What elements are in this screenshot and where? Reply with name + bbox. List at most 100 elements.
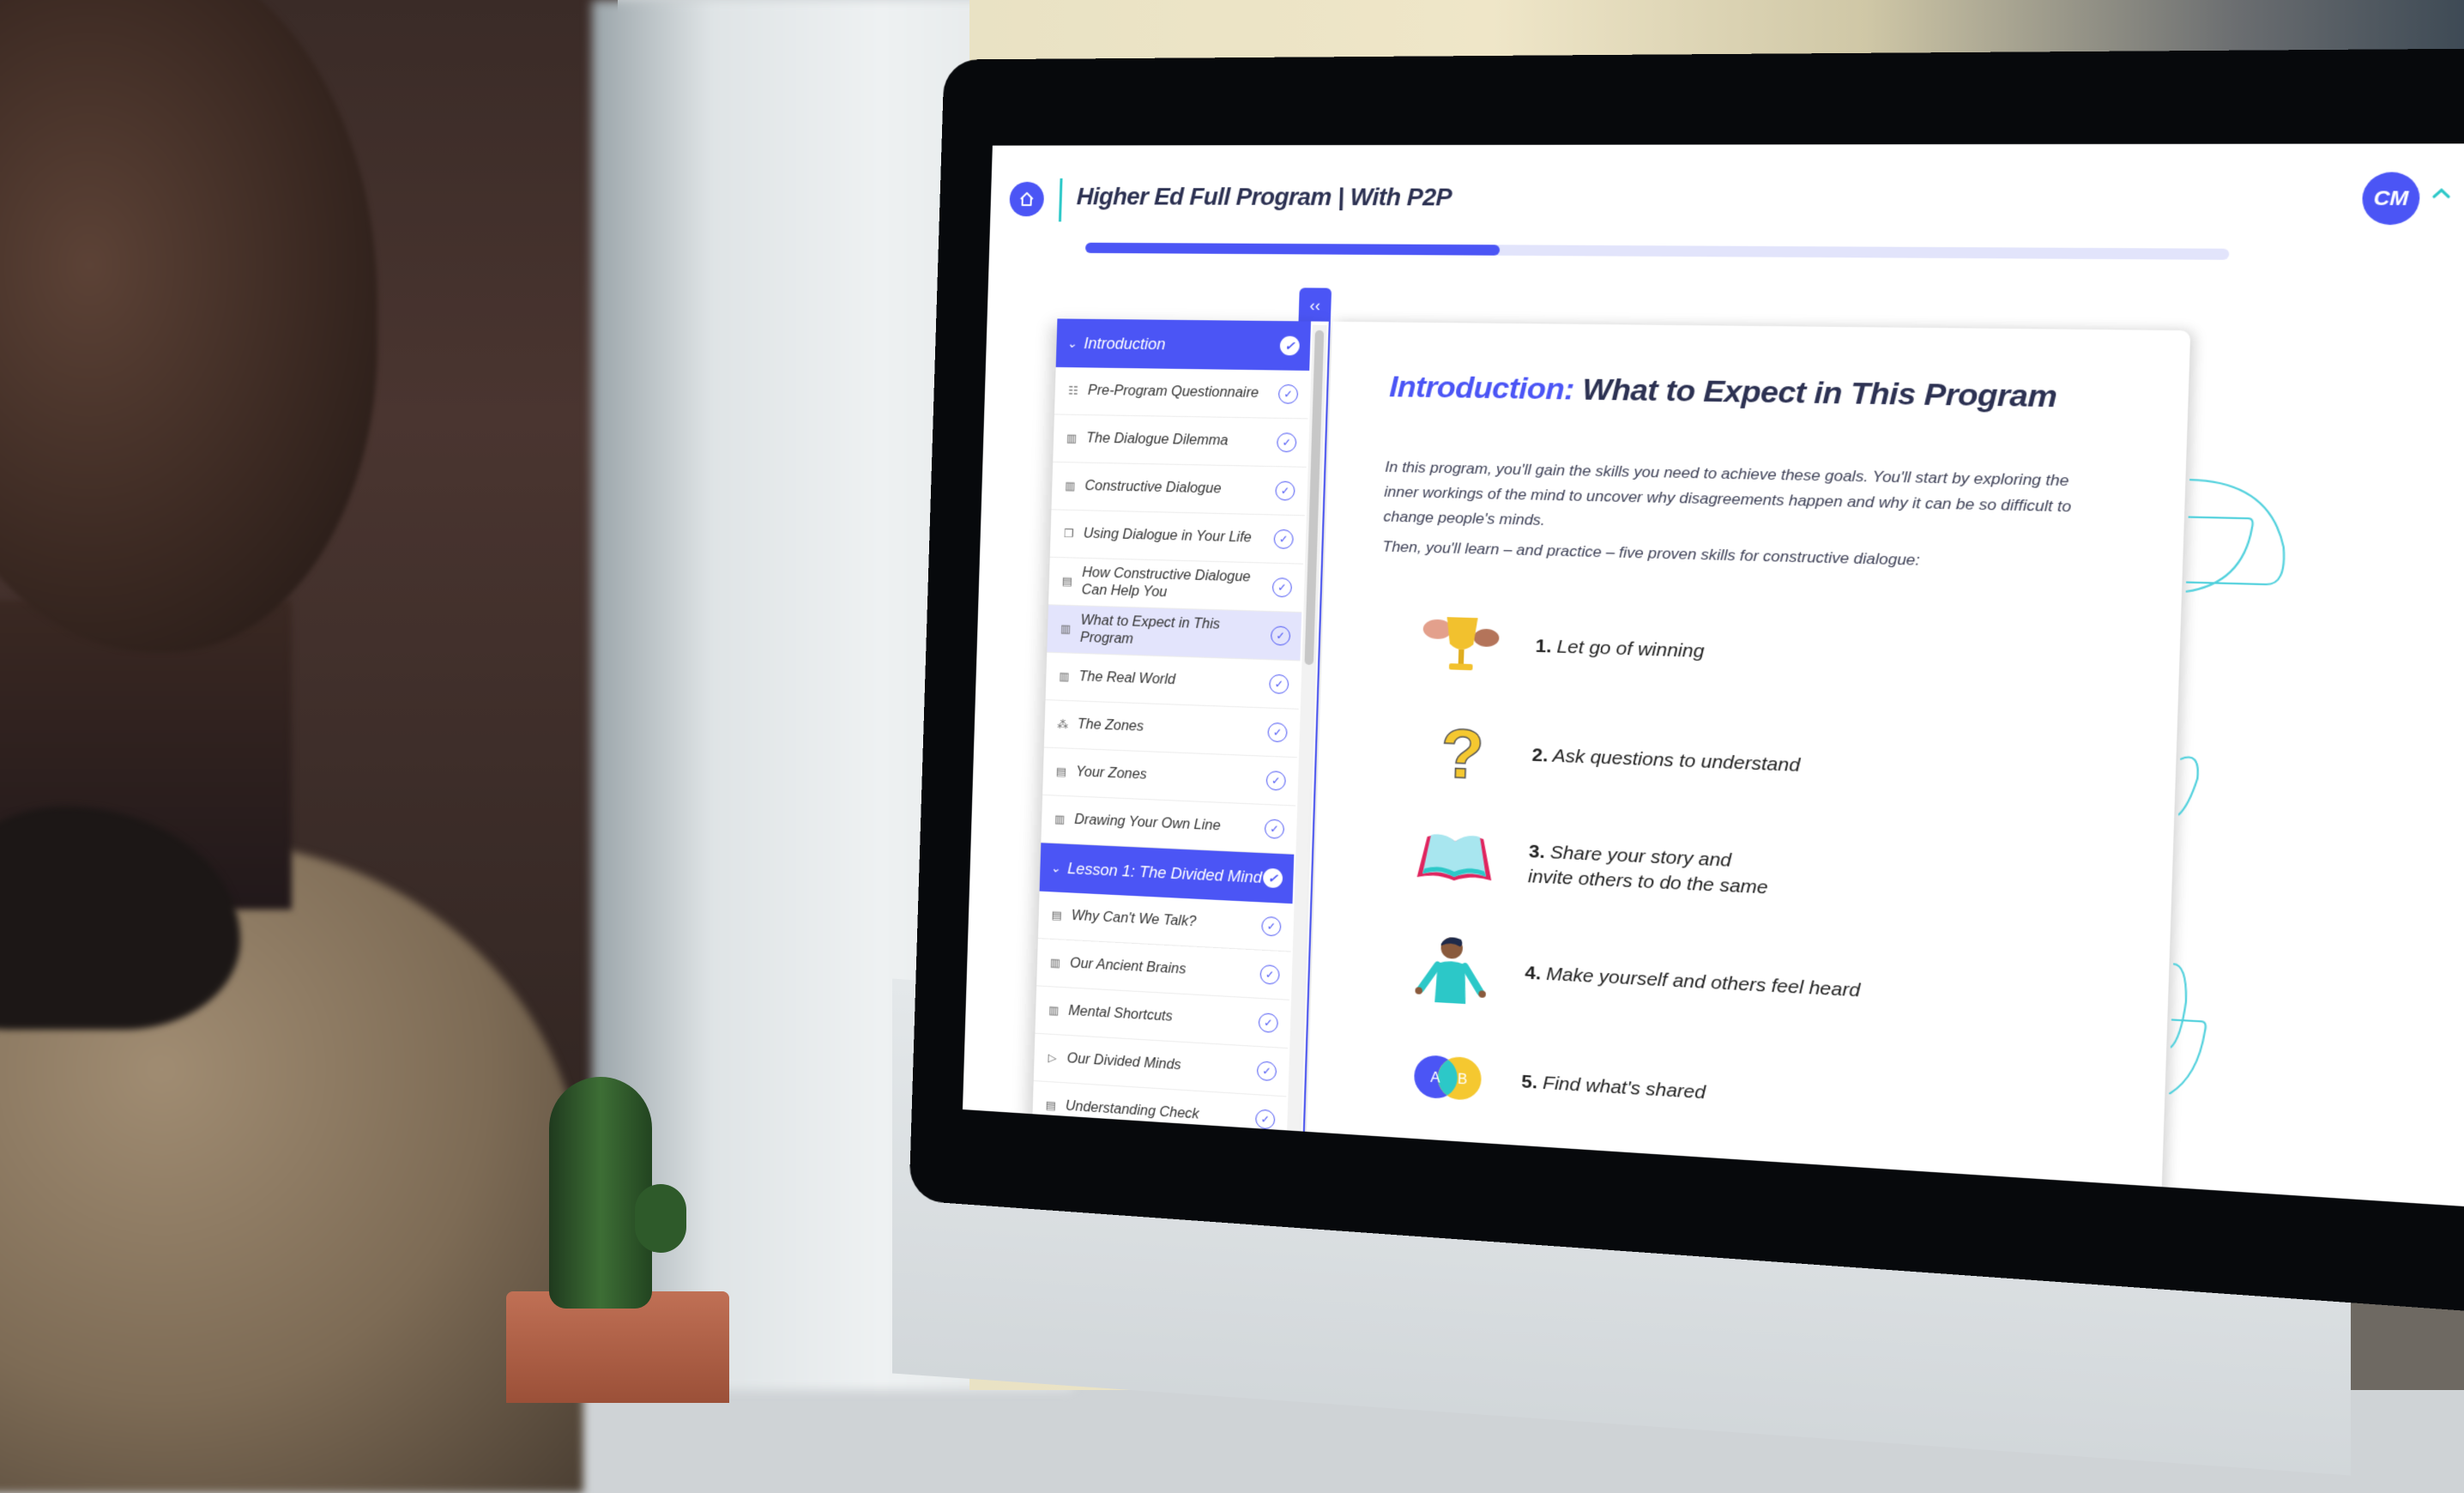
chevron-up-icon [2428,182,2455,207]
skill-number: 3. [1528,841,1546,863]
venn-label-b: B [1458,1072,1468,1087]
skill-text: 1. Let go of winning [1535,634,1705,665]
lesson-item[interactable]: ▥ The Dialogue Dilemma ✓ [1053,414,1308,468]
collapse-header-button[interactable] [2428,182,2455,207]
lesson-label: Understanding Check [1065,1098,1199,1122]
skill-text: 2. Ask questions to understand [1531,743,1800,779]
book-icon: ▥ [1048,1003,1060,1018]
lesson-complete-check-icon: ✓ [1275,481,1295,501]
user-avatar[interactable]: CM [2361,172,2421,226]
skill-number: 1. [1535,635,1552,657]
quiz-icon: ▤ [1055,765,1067,778]
skill-number: 4. [1525,962,1542,984]
lesson-item[interactable]: ❐ Using Dialogue in Your Life ✓ [1049,510,1305,565]
person-icon [1410,932,1494,1007]
quiz-icon: ▤ [1045,1098,1057,1112]
lesson-sidebar: ⌄ Introduction ✓ ☷ Pre-Program Questionnaire… [1031,318,1331,1150]
lesson-title-main: What to Expect in This Program [1581,372,2057,414]
skill-text: 5. Find what's shared [1521,1070,1706,1106]
collapse-sidebar-button[interactable]: ‹‹ [1298,287,1332,323]
survey-icon: ☷ [1067,384,1078,397]
person-head [0,0,377,652]
network-icon: ⁂ [1056,716,1069,731]
section-complete-check-icon: ✓ [1262,867,1283,889]
skill-label: Find what's shared [1542,1073,1706,1103]
venn-diagram-icon: A B [1406,1040,1490,1115]
lesson-content: Introduction: What to Expect in This Pro… [1304,321,2191,1208]
skill-label: Ask questions to understand [1552,745,1801,777]
program-progress-bar [1084,242,2230,260]
lesson-complete-check-icon: ✓ [1265,771,1286,791]
home-button[interactable] [1009,181,1045,217]
lesson-complete-check-icon: ✓ [1269,674,1289,694]
lesson-complete-check-icon: ✓ [1267,722,1288,743]
book-icon: ▥ [1054,812,1066,826]
chevron-down-icon: ⌄ [1050,860,1061,875]
video-icon: ▷ [1048,1050,1057,1065]
lesson-title: Introduction: What to Expect in This Pro… [1389,370,2057,415]
skill-number: 5. [1520,1071,1538,1093]
lesson-item[interactable]: ▤ How Constructive Dialogue Can Help You ✓ [1048,557,1304,614]
skill-text: 4. Make yourself and others feel heard [1525,961,1861,1004]
cactus-plant [549,1077,652,1309]
section-title: Lesson 1: The Divided Mind [1066,859,1263,886]
lesson-complete-check-icon: ✓ [1271,577,1293,598]
lesson-complete-check-icon: ✓ [1270,626,1291,646]
venn-label-a: A [1430,1070,1440,1085]
skill-label: Make yourself and others feel heard [1545,964,1861,1001]
monitor-bezel: Higher Ed Full Program | With P2P CM ‹‹ … [909,47,2464,1318]
cactus-arm [635,1184,686,1253]
intro-paragraph: In this program, you'll gain the skills … [1383,458,2072,529]
skills-list: 1. Let go of winning ? 2. Ask questions … [1405,589,2082,1171]
lesson-label: How Constructive Dialogue Can Help You [1081,565,1251,601]
lesson-complete-check-icon: ✓ [1261,916,1282,937]
lesson-complete-check-icon: ✓ [1277,384,1299,404]
book-icon: ▥ [1066,431,1078,445]
lesson-title-prefix: Introduction: [1388,370,1575,407]
decorative-outline-shapes [2169,443,2332,1103]
lesson-label: Why Can't We Talk? [1071,908,1197,930]
lesson-label: The Dialogue Dilemma [1085,431,1229,449]
copy-icon: ❐ [1063,526,1074,541]
skill-label: Let go of winning [1556,636,1705,662]
home-icon [1018,190,1036,208]
quiz-icon: ▤ [1061,574,1073,588]
open-book-icon [1413,824,1497,898]
lesson-complete-check-icon: ✓ [1255,1109,1276,1130]
book-icon: ▥ [1049,955,1061,970]
lesson-label: Mental Shortcuts [1068,1003,1173,1025]
lesson-label: The Real World [1078,669,1176,688]
lesson-item[interactable]: ▥ Constructive Dialogue ✓ [1051,462,1307,517]
quiz-icon: ▤ [1051,908,1063,922]
book-icon: ▥ [1059,669,1070,683]
section-title: Introduction [1084,334,1166,353]
section-complete-check-icon: ✓ [1279,335,1301,356]
lesson-complete-check-icon: ✓ [1258,1012,1278,1033]
lesson-item-active[interactable]: ▥ What to Expect in This Program ✓ [1047,605,1302,662]
chevron-down-icon: ⌄ [1066,335,1078,350]
lesson-complete-check-icon: ✓ [1276,432,1297,453]
lesson-label: Constructive Dialogue [1084,478,1222,497]
skill-text: 3. Share your story and invite others to… [1528,839,1772,901]
trophy-icon [1420,607,1504,681]
lesson-item[interactable]: ☷ Pre-Program Questionnaire ✓ [1054,366,1310,420]
lesson-list: ⌄ Introduction ✓ ☷ Pre-Program Questionnaire… [1031,318,1312,1145]
header-divider [1058,178,1063,222]
lesson-label: The Zones [1077,716,1144,734]
lesson-complete-check-icon: ✓ [1256,1061,1277,1082]
book-icon: ▥ [1060,621,1072,636]
lesson-label: Our Divided Minds [1066,1051,1181,1073]
lesson-complete-check-icon: ✓ [1264,819,1285,839]
question-mark-icon: ? [1416,715,1501,795]
skill-label: Share your story and invite others to do… [1527,842,1769,898]
lesson-complete-check-icon: ✓ [1259,964,1280,985]
lesson-label: Your Zones [1075,765,1147,783]
lesson-label: Drawing Your Own Line [1074,812,1221,834]
lesson-label: Our Ancient Brains [1069,956,1187,977]
section-header[interactable]: ⌄ Introduction ✓ [1055,318,1312,371]
svg-text:?: ? [1440,716,1485,790]
program-title: Higher Ed Full Program | With P2P [1076,183,1452,211]
lesson-label: Using Dialogue in Your Life [1083,526,1253,546]
program-progress-fill [1084,242,1501,256]
lesson-label: Pre-Program Questionnaire [1087,383,1259,401]
